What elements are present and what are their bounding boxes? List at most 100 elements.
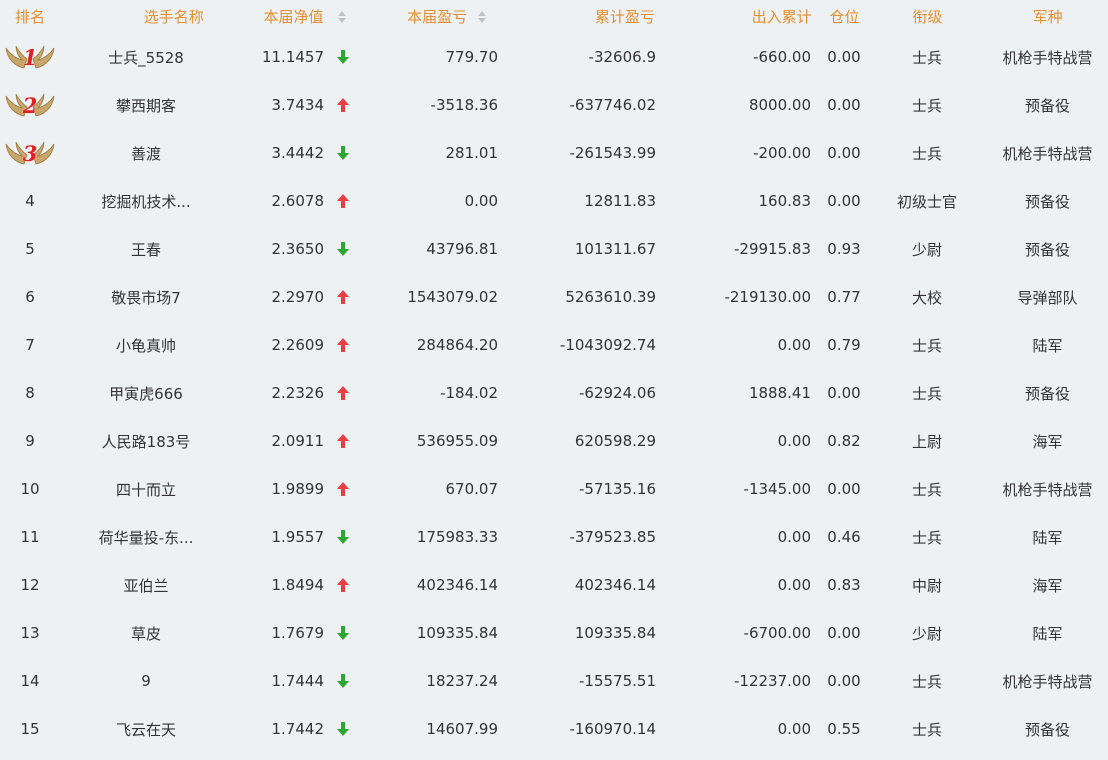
position: 0.00 bbox=[827, 48, 861, 66]
table-row: 10 四十而立 1.9899 670.07 -57135.16 -1345.00… bbox=[0, 465, 1108, 513]
player-name[interactable]: 士兵_5528 bbox=[60, 33, 232, 81]
session-pnl: 670.07 bbox=[445, 480, 499, 498]
cash-flow: -12237.00 bbox=[734, 672, 811, 690]
cumulative-pnl: 109335.84 bbox=[574, 624, 656, 642]
position: 0.00 bbox=[827, 192, 861, 210]
arrow-up-icon bbox=[328, 177, 358, 225]
cumulative-pnl: -15575.51 bbox=[579, 672, 656, 690]
cash-flow: 0.00 bbox=[777, 432, 811, 450]
net-value: 2.2970 bbox=[271, 288, 325, 306]
rank-level: 士兵 bbox=[911, 480, 942, 499]
cumulative-pnl: -379523.85 bbox=[569, 528, 656, 546]
rank-number: 12 bbox=[20, 576, 40, 594]
cash-flow: -219130.00 bbox=[724, 288, 811, 306]
cumulative-pnl: -1043092.74 bbox=[559, 336, 656, 354]
service-branch: 导弹部队 bbox=[1017, 288, 1078, 307]
session-pnl: 14607.99 bbox=[426, 720, 498, 738]
rank-number: 11 bbox=[20, 528, 40, 546]
player-name[interactable]: 王春 bbox=[60, 225, 232, 273]
position: 0.83 bbox=[827, 576, 861, 594]
arrow-down-icon bbox=[328, 609, 358, 657]
service-branch: 预备役 bbox=[1024, 384, 1070, 403]
session-pnl: 175983.33 bbox=[416, 528, 498, 546]
player-name[interactable]: 小龟真帅 bbox=[60, 321, 232, 369]
player-name[interactable]: 甲寅虎666 bbox=[60, 369, 232, 417]
player-name[interactable]: 敬畏市场7 bbox=[60, 273, 232, 321]
arrow-up-icon bbox=[328, 465, 358, 513]
rank-number: 9 bbox=[25, 432, 35, 450]
net-value: 1.7679 bbox=[271, 624, 325, 642]
session-pnl: 18237.24 bbox=[426, 672, 498, 690]
player-name[interactable]: 草皮 bbox=[60, 609, 232, 657]
service-branch: 海军 bbox=[1032, 576, 1063, 595]
sort-icon[interactable] bbox=[467, 10, 497, 24]
player-name[interactable]: 荷华量投-东... bbox=[60, 513, 232, 561]
rank-level: 士兵 bbox=[911, 336, 942, 355]
player-name[interactable]: 9 bbox=[60, 657, 232, 705]
player-name[interactable]: 飞云在天 bbox=[60, 705, 232, 753]
cash-flow: -1345.00 bbox=[743, 480, 811, 498]
player-name[interactable]: 善渡 bbox=[60, 129, 232, 177]
rank-number: 8 bbox=[25, 384, 35, 402]
position: 0.00 bbox=[827, 480, 861, 498]
position: 0.00 bbox=[827, 96, 861, 114]
rank-cell: 13 bbox=[0, 609, 60, 657]
position: 0.93 bbox=[827, 240, 861, 258]
service-branch: 机枪手特战营 bbox=[1002, 144, 1093, 163]
position: 0.82 bbox=[827, 432, 861, 450]
cumulative-pnl: 101311.67 bbox=[574, 240, 656, 258]
player-name[interactable]: 人民路183号 bbox=[60, 417, 232, 465]
position: 0.00 bbox=[827, 672, 861, 690]
sort-icon[interactable] bbox=[328, 10, 358, 24]
net-value: 3.4442 bbox=[271, 144, 325, 162]
rank-level: 士兵 bbox=[911, 48, 942, 67]
position: 0.46 bbox=[827, 528, 861, 546]
session-pnl: 536955.09 bbox=[416, 432, 498, 450]
arrow-down-icon bbox=[328, 513, 358, 561]
player-name[interactable]: 四十而立 bbox=[60, 465, 232, 513]
session-pnl: -184.02 bbox=[440, 384, 498, 402]
rank-level: 士兵 bbox=[911, 528, 942, 547]
rank-cell: 12 bbox=[0, 561, 60, 609]
service-branch: 机枪手特战营 bbox=[1002, 48, 1093, 67]
service-branch: 海军 bbox=[1032, 432, 1063, 451]
header-pnl[interactable]: 本届盈亏 bbox=[407, 6, 467, 27]
header-rank: 排名 bbox=[14, 8, 45, 26]
cumulative-pnl: 12811.83 bbox=[584, 192, 656, 210]
rank-cell: 5 bbox=[0, 225, 60, 273]
table-row: 8 甲寅虎666 2.2326 -184.02 -62924.06 1888.4… bbox=[0, 369, 1108, 417]
rank-cell: 14 bbox=[0, 657, 60, 705]
arrow-up-icon bbox=[328, 561, 358, 609]
rank-number: 4 bbox=[25, 192, 35, 210]
service-branch: 预备役 bbox=[1024, 240, 1070, 259]
net-value: 2.0911 bbox=[271, 432, 325, 450]
position: 0.77 bbox=[827, 288, 861, 306]
cash-flow: 8000.00 bbox=[748, 96, 811, 114]
rank-number: 1 bbox=[22, 44, 38, 70]
rank-number: 6 bbox=[25, 288, 35, 306]
cash-flow: 0.00 bbox=[777, 720, 811, 738]
player-name[interactable]: 挖掘机技术... bbox=[60, 177, 232, 225]
table-row: 5 王春 2.3650 43796.81 101311.67 -29915.83… bbox=[0, 225, 1108, 273]
rank-cell: 7 bbox=[0, 321, 60, 369]
rank-level: 士兵 bbox=[911, 384, 942, 403]
player-name[interactable]: 攀西期客 bbox=[60, 81, 232, 129]
service-branch: 预备役 bbox=[1024, 720, 1070, 739]
net-value: 2.2326 bbox=[271, 384, 325, 402]
medal-icon: 2 bbox=[4, 88, 56, 122]
service-branch: 陆军 bbox=[1032, 624, 1063, 643]
medal-icon: 3 bbox=[4, 136, 56, 170]
table-row: 7 小龟真帅 2.2609 284864.20 -1043092.74 0.00… bbox=[0, 321, 1108, 369]
table-header: 排名 选手名称 本届净值 本届盈亏 累计盈亏 出入累计 仓位 衔级 军种 bbox=[0, 0, 1108, 33]
net-value: 3.7434 bbox=[271, 96, 325, 114]
arrow-up-icon bbox=[328, 273, 358, 321]
table-body: 1 士兵_5528 11.1457 779.70 -32606.9 -660.0… bbox=[0, 33, 1108, 753]
table-row: 9 人民路183号 2.0911 536955.09 620598.29 0.0… bbox=[0, 417, 1108, 465]
rank-level: 初级士官 bbox=[896, 192, 957, 211]
cumulative-pnl: -62924.06 bbox=[579, 384, 656, 402]
net-value: 1.9557 bbox=[271, 528, 325, 546]
player-name[interactable]: 亚伯兰 bbox=[60, 561, 232, 609]
arrow-up-icon bbox=[328, 417, 358, 465]
service-branch: 预备役 bbox=[1024, 192, 1070, 211]
header-nav[interactable]: 本届净值 bbox=[232, 0, 328, 33]
